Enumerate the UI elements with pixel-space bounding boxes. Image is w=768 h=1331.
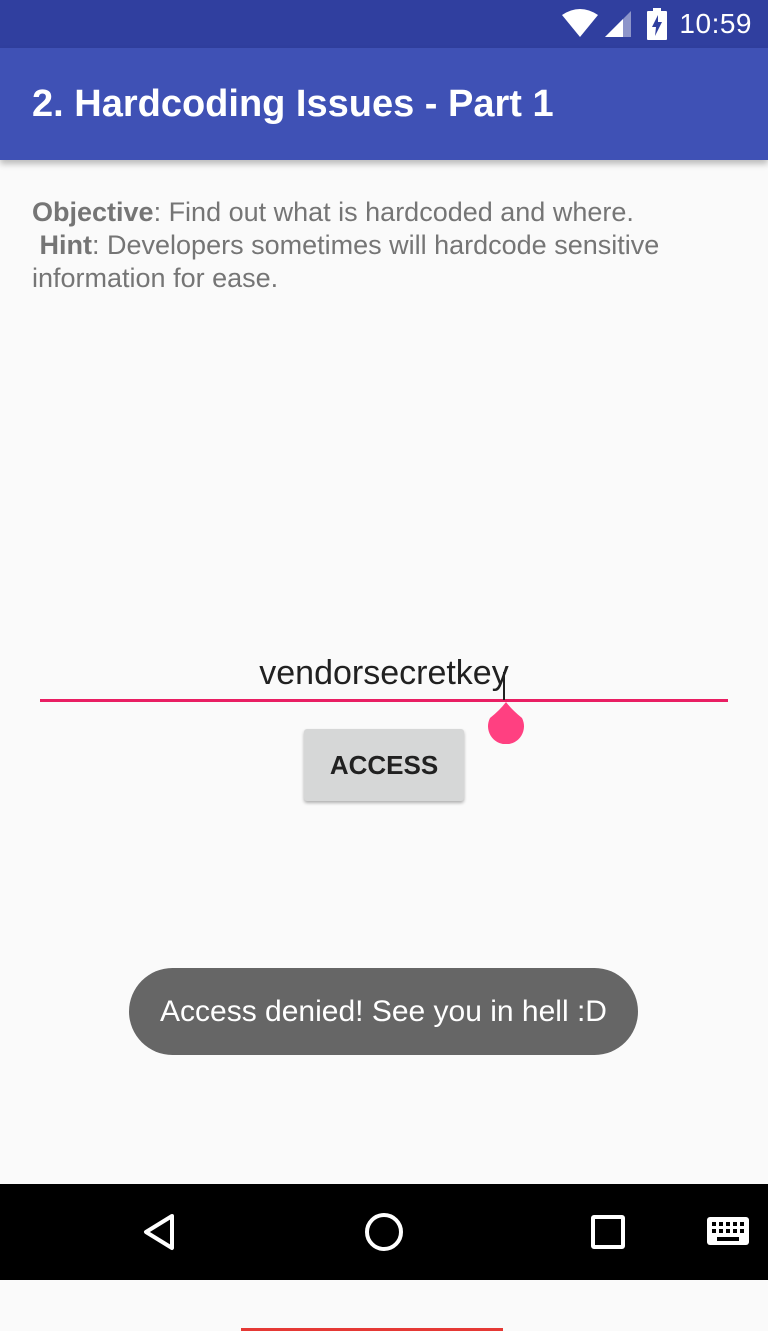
cell-signal-icon <box>603 9 633 39</box>
input-value[interactable]: vendorsecretkey <box>40 654 728 693</box>
page-title: 2. Hardcoding Issues - Part 1 <box>32 83 554 125</box>
objective-text: : Find out what is hardcoded and where. <box>153 197 634 227</box>
status-time: 10:59 <box>679 8 752 39</box>
toast-message: Access denied! See you in hell :D <box>129 968 638 1055</box>
keyboard-icon[interactable] <box>696 1184 760 1280</box>
recents-icon[interactable] <box>560 1184 656 1280</box>
app-bar: 2. Hardcoding Issues - Part 1 <box>0 48 768 160</box>
battery-charging-icon <box>647 8 668 40</box>
home-icon[interactable] <box>336 1184 432 1280</box>
input-underline <box>40 699 728 702</box>
objective-label: Objective <box>32 197 154 227</box>
back-icon[interactable] <box>112 1184 208 1280</box>
vendor-key-input[interactable]: vendorsecretkey <box>40 640 728 1331</box>
hint-text: : Developers sometimes will hardcode sen… <box>32 230 660 293</box>
info-text: Objective: Find out what is hardcoded an… <box>32 196 732 295</box>
text-cursor <box>503 672 505 700</box>
hint-label: Hint <box>39 230 92 260</box>
wifi-icon <box>561 9 599 39</box>
access-button[interactable]: ACCESS <box>304 729 464 801</box>
text-selection-handle[interactable] <box>486 702 526 745</box>
navigation-bar <box>0 1184 768 1280</box>
status-icons: 10:59 <box>561 0 752 48</box>
status-bar: 10:59 <box>0 0 768 48</box>
